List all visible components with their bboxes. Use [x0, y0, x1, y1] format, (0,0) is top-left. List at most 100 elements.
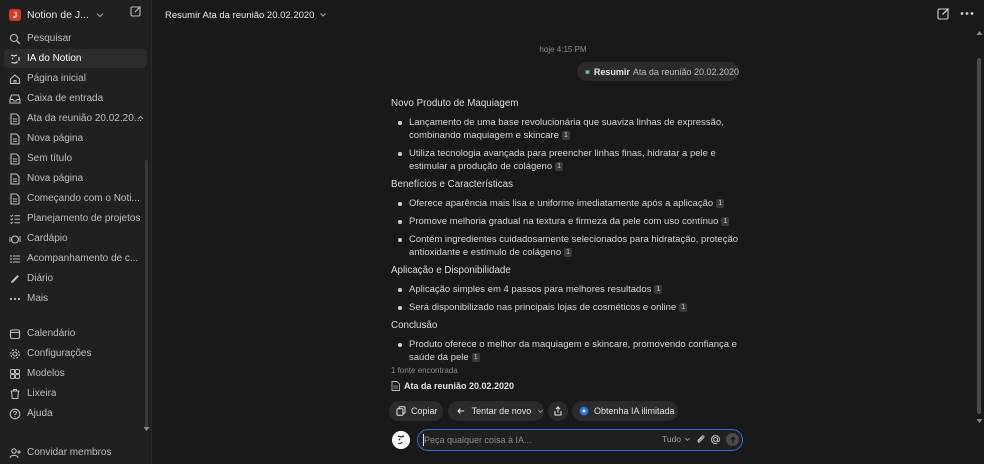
sidebar-item-configuracoes[interactable]: Configurações	[4, 344, 147, 363]
ai-response: Novo Produto de Maquiagem Lançamento de u…	[391, 97, 741, 369]
sidebar-item-sem-titulo[interactable]: Sem título	[4, 149, 147, 168]
bullet-text: Será disponibilizado nas principais loja…	[409, 302, 677, 313]
mention-icon[interactable]	[710, 434, 721, 445]
help-icon	[9, 408, 21, 420]
sidebar-item-modelos[interactable]: Modelos	[4, 364, 147, 383]
source-link[interactable]: Ata da reunião 20.02.2020	[391, 381, 514, 391]
notion-ai-avatar	[392, 431, 410, 449]
sidebar-item-nova-pagina[interactable]: Nova página	[4, 129, 147, 148]
sidebar-item-lixeira[interactable]: Lixeira	[4, 384, 147, 403]
sidebar-item-pagina-inicial[interactable]: Página inicial	[4, 69, 147, 88]
retry-button[interactable]: Tentar de novo	[448, 401, 544, 421]
retry-label: Tentar de novo	[471, 406, 532, 416]
sidebar-item-planejamento-de-projetos[interactable]: Planejamento de projetos	[4, 209, 147, 228]
calendar-icon	[9, 328, 21, 340]
sidebar-item-diario[interactable]: Diário	[4, 269, 147, 288]
bullet-text: Promove melhoria gradual na textura e fi…	[409, 216, 719, 227]
more-options-icon[interactable]	[960, 7, 974, 20]
citation-badge[interactable]: 1	[471, 352, 480, 362]
citation-badge[interactable]: 1	[721, 216, 730, 226]
new-page-icon[interactable]	[130, 5, 142, 17]
gear-icon	[9, 348, 21, 360]
attach-icon[interactable]	[695, 434, 706, 445]
workspace-avatar: J	[9, 9, 21, 21]
list-icon	[9, 253, 21, 265]
sidebar-item-label: Pesquisar	[27, 33, 72, 44]
copy-label: Copiar	[411, 406, 438, 416]
sidebar-item-label: Página inicial	[27, 73, 86, 84]
main-scrollbar-thumb[interactable]	[977, 58, 981, 414]
ai-prompt-box: Tudo	[417, 429, 743, 451]
user-message-target: Ata da reunião 20.02.2020	[632, 66, 739, 77]
section-heading: Conclusão	[391, 320, 438, 331]
chevron-down-icon	[685, 437, 691, 441]
sidebar: J Notion de J... Pesquisar IA do Notion Pá…	[0, 0, 152, 464]
chevron-down-icon	[538, 409, 544, 413]
sidebar-item-cardapio[interactable]: Cardápio	[4, 229, 147, 248]
sidebar-item-ajuda[interactable]: Ajuda	[4, 404, 147, 423]
copy-button[interactable]: Copiar	[389, 401, 443, 421]
citation-badge[interactable]: 1	[555, 161, 564, 171]
scope-selector[interactable]: Tudo	[662, 434, 691, 444]
sidebar-item-label: Nova página	[27, 173, 84, 184]
message-timestamp: hoje 4:15 PM	[539, 45, 587, 54]
sidebar-scrollbar[interactable]	[145, 160, 148, 428]
bullet-item: Oferece aparência mais lisa e uniforme i…	[391, 197, 741, 210]
menu-icon	[9, 233, 21, 245]
retry-icon	[457, 408, 465, 414]
sparkle-badge-icon	[579, 406, 589, 416]
sidebar-item-caixa-de-entrada[interactable]: Caixa de entrada	[4, 89, 147, 108]
notion-ai-icon	[9, 53, 21, 65]
more-icon	[9, 293, 21, 305]
scroll-down-icon[interactable]	[976, 418, 983, 424]
invite-members-label: Convidar membros	[27, 447, 112, 458]
sidebar-item-label: Acompanhamento de c...	[27, 253, 139, 264]
bullet-item: Será disponibilizado nas principais loja…	[391, 301, 741, 314]
bullet-item: Produto oferece o melhor da maquiagem e …	[391, 338, 741, 364]
share-button[interactable]	[548, 401, 568, 421]
bullet-item: Lançamento de uma base revolucionária qu…	[391, 116, 741, 142]
sidebar-item-label: Calendário	[27, 328, 76, 339]
scroll-down-icon[interactable]	[143, 426, 150, 432]
templates-icon	[9, 368, 21, 380]
sidebar-item-acompanhamento-de-c[interactable]: Acompanhamento de c...	[4, 249, 147, 268]
sidebar-item-ata-da-reuniao-20-02-20[interactable]: Ata da reunião 20.02.20...	[4, 109, 147, 128]
scroll-up-icon[interactable]	[976, 30, 983, 36]
new-chat-icon[interactable]	[937, 7, 950, 20]
citation-badge[interactable]: 1	[679, 302, 688, 312]
page-icon	[9, 112, 21, 125]
home-icon	[9, 73, 21, 85]
user-message: Resumir Ata da reunião 20.02.2020	[577, 62, 739, 81]
user-message-action: Resumir	[593, 66, 630, 77]
ai-prompt-input[interactable]	[424, 432, 654, 448]
bullet-item: Promove melhoria gradual na textura e fi…	[391, 215, 741, 228]
send-button[interactable]	[726, 433, 739, 446]
page-icon	[9, 152, 21, 165]
sidebar-item-label: Começando com o Noti...	[27, 193, 140, 204]
search-icon	[9, 33, 21, 45]
citation-badge[interactable]: 1	[564, 247, 573, 257]
source-title: Ata da reunião 20.02.2020	[404, 381, 515, 391]
sidebar-item-label: Diário	[27, 273, 54, 284]
citation-badge[interactable]: 1	[561, 130, 570, 140]
checklist-icon	[9, 213, 21, 225]
sidebar-item-calendario[interactable]: Calendário	[4, 324, 147, 343]
scope-label: Tudo	[662, 434, 682, 444]
sidebar-item-label: IA do Notion	[27, 53, 82, 64]
sidebar-item-nova-pagina[interactable]: Nova página	[4, 169, 147, 188]
invite-members-button[interactable]: Convidar membros	[4, 443, 147, 462]
sidebar-item-mais[interactable]: Mais	[4, 289, 147, 308]
sidebar-item-label: Cardápio	[27, 233, 68, 244]
chevron-up-icon[interactable]	[136, 113, 145, 122]
citation-badge[interactable]: 1	[716, 198, 725, 208]
sidebar-item-label: Planejamento de projetos	[27, 213, 141, 224]
upgrade-ai-label: Obtenha IA ilimitada	[594, 406, 675, 416]
citation-badge[interactable]: 1	[654, 284, 663, 294]
upgrade-ai-button[interactable]: Obtenha IA ilimitada	[572, 401, 678, 421]
sidebar-item-label: Nova página	[27, 133, 84, 144]
notion-ai-face-icon	[397, 435, 405, 445]
workspace-name: Notion de J...	[27, 9, 89, 21]
page-title[interactable]: Resumir Ata da reunião 20.02.2020	[165, 8, 327, 22]
sidebar-item-comecando-com-o-noti[interactable]: Começando com o Noti...	[4, 189, 147, 208]
page-icon	[9, 172, 21, 185]
